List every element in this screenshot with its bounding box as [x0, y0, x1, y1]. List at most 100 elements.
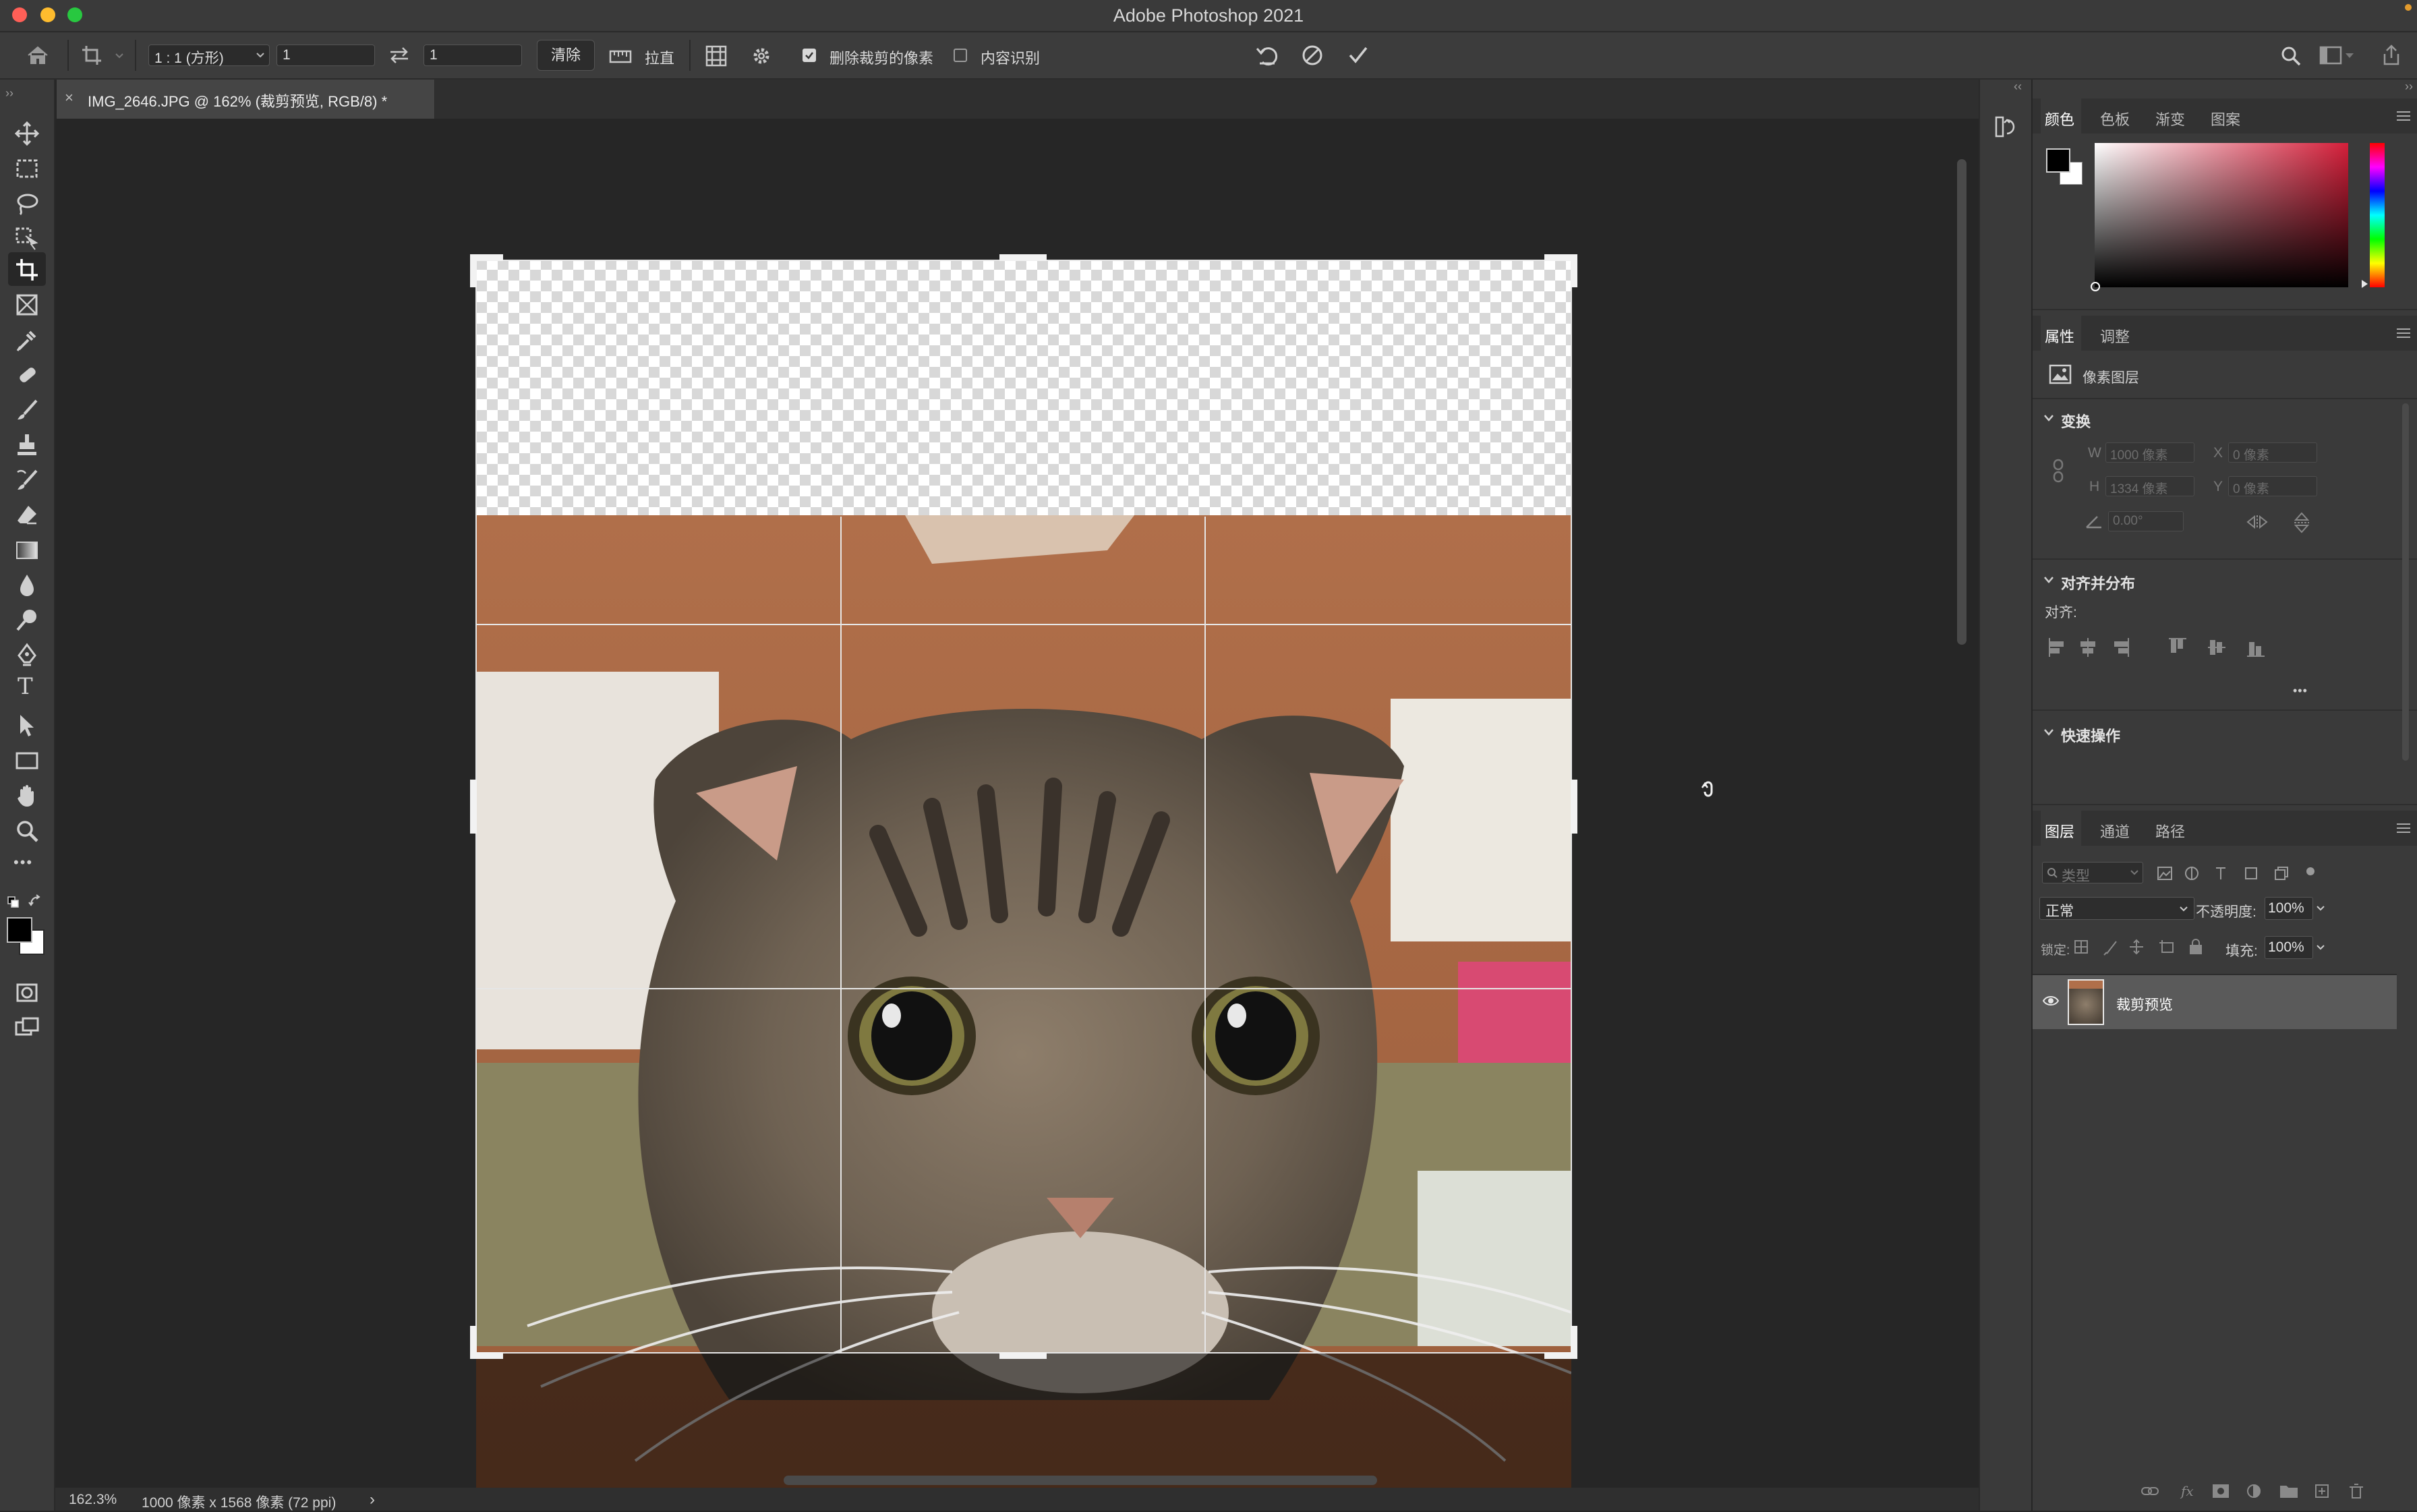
new-group-icon[interactable] — [2280, 1486, 2298, 1498]
tab-color[interactable]: 颜色 — [2045, 108, 2074, 129]
crop-width-input[interactable]: 1 — [276, 45, 375, 66]
fill-field[interactable]: 100% — [2265, 936, 2313, 959]
layer-row[interactable]: 裁剪预览 — [2033, 975, 2397, 1029]
align-top-icon[interactable] — [2169, 638, 2186, 653]
link-layers-icon[interactable] — [2141, 1487, 2159, 1495]
flip-vertical-icon[interactable] — [2293, 511, 2310, 534]
x-field[interactable]: 0 像素 — [2228, 442, 2317, 463]
chevron-down-icon[interactable] — [2043, 728, 2054, 736]
align-center-h-icon[interactable] — [2080, 638, 2095, 657]
chevron-down-icon[interactable] — [115, 53, 124, 59]
layer-name[interactable]: 裁剪预览 — [2116, 994, 2173, 1014]
delete-cropped-checkbox[interactable] — [803, 49, 816, 62]
angle-field[interactable]: 0.00° — [2108, 511, 2184, 531]
screen-mode-icon[interactable] — [13, 1014, 40, 1041]
search-icon[interactable] — [2279, 45, 2302, 67]
vertical-scrollbar[interactable] — [1957, 159, 1967, 645]
chevron-down-icon[interactable] — [2043, 576, 2054, 584]
foreground-color-chip[interactable] — [2046, 148, 2070, 173]
healing-brush-tool-icon[interactable] — [13, 361, 40, 388]
align-center-v-icon[interactable] — [2208, 640, 2225, 655]
height-field[interactable]: 1334 像素 — [2105, 476, 2194, 496]
delete-layer-icon[interactable] — [2350, 1484, 2363, 1499]
chevron-down-icon[interactable] — [2346, 53, 2354, 58]
tab-properties[interactable]: 属性 — [2045, 325, 2074, 347]
align-bottom-icon[interactable] — [2247, 642, 2265, 657]
color-picker-field[interactable] — [2091, 143, 2348, 291]
tab-channels[interactable]: 通道 — [2100, 820, 2130, 842]
share-icon[interactable] — [2379, 43, 2404, 67]
lock-image-icon[interactable] — [2103, 941, 2117, 956]
tab-patterns[interactable]: 图案 — [2211, 108, 2240, 129]
path-selection-tool-icon[interactable] — [13, 712, 40, 739]
lock-position-icon[interactable] — [2130, 939, 2143, 955]
color-picker-handle[interactable] — [2091, 282, 2100, 291]
object-selection-tool-icon[interactable] — [13, 225, 40, 252]
align-right-icon[interactable] — [2114, 638, 2129, 657]
content-aware-checkbox[interactable] — [954, 49, 967, 62]
brush-tool-icon[interactable] — [13, 397, 40, 424]
opacity-field[interactable]: 100% — [2265, 897, 2313, 920]
cancel-icon[interactable] — [1300, 43, 1324, 67]
straighten-label[interactable]: 拉直 — [645, 47, 674, 68]
more-options-icon[interactable]: ••• — [2293, 684, 2308, 698]
grid-overlay-icon[interactable] — [705, 45, 728, 67]
gear-icon[interactable] — [750, 45, 773, 67]
quick-actions-header[interactable]: 快速操作 — [2061, 724, 2120, 746]
filter-toggle-icon[interactable] — [2306, 867, 2314, 875]
tab-gradients[interactable]: 渐变 — [2155, 108, 2185, 129]
zoom-level[interactable]: 162.3% — [69, 1492, 117, 1508]
type-tool-icon[interactable]: T — [18, 673, 33, 700]
layer-style-icon[interactable]: fx — [2180, 1483, 2194, 1499]
eraser-tool-icon[interactable] — [13, 502, 40, 529]
collapse-dock-icon[interactable]: ‹‹ — [2014, 80, 2022, 94]
history-panel-icon[interactable] — [1993, 113, 2018, 140]
hue-slider-marker[interactable] — [2362, 280, 2368, 288]
chevron-down-icon[interactable] — [2043, 414, 2054, 422]
filter-pixel-icon[interactable] — [2157, 867, 2172, 880]
panel-menu-icon[interactable] — [2395, 111, 2412, 121]
foreground-color-swatch[interactable] — [7, 917, 32, 943]
default-colors-icon[interactable] — [7, 896, 20, 909]
horizontal-scrollbar[interactable] — [784, 1476, 1377, 1485]
transform-header[interactable]: 变换 — [2061, 410, 2091, 432]
filter-smart-object-icon[interactable] — [2275, 867, 2288, 880]
align-distribute-header[interactable]: 对齐并分布 — [2061, 572, 2135, 593]
tab-swatches[interactable]: 色板 — [2100, 108, 2130, 129]
chevron-down-icon[interactable] — [2316, 944, 2325, 951]
clone-stamp-tool-icon[interactable] — [13, 432, 40, 459]
flip-horizontal-icon[interactable] — [2246, 514, 2269, 530]
pen-tool-icon[interactable] — [13, 642, 40, 669]
lasso-tool-icon[interactable] — [13, 190, 40, 217]
blend-mode-select[interactable]: 正常 — [2039, 897, 2194, 920]
swap-colors-icon[interactable] — [28, 894, 43, 909]
lock-artboard-icon[interactable] — [2159, 940, 2174, 953]
canvas-area[interactable] — [55, 119, 1979, 1488]
marquee-tool-icon[interactable] — [13, 155, 40, 182]
workspace-icon[interactable] — [2319, 45, 2343, 66]
panel-menu-icon[interactable] — [2395, 823, 2412, 834]
document-tab[interactable]: × IMG_2646.JPG @ 162% (裁剪预览, RGB/8) * — [57, 80, 435, 119]
crop-height-input[interactable]: 1 — [424, 45, 522, 66]
blur-tool-icon[interactable] — [13, 572, 40, 599]
hand-tool-icon[interactable] — [13, 782, 40, 809]
properties-scrollbar[interactable] — [2402, 403, 2409, 761]
crop-tool-preset-icon[interactable] — [80, 43, 104, 67]
filter-adjustment-icon[interactable] — [2185, 867, 2198, 880]
eyedropper-tool-icon[interactable] — [13, 326, 40, 353]
new-layer-icon[interactable] — [2315, 1484, 2329, 1498]
rectangle-tool-icon[interactable] — [13, 747, 40, 774]
collapse-panels-icon[interactable]: ›› — [2405, 80, 2413, 94]
chevron-down-icon[interactable] — [2316, 905, 2325, 912]
filter-shape-icon[interactable] — [2245, 867, 2257, 879]
collapse-tools-icon[interactable]: ›› — [5, 86, 13, 100]
add-mask-icon[interactable] — [2213, 1484, 2229, 1498]
layer-filter-select[interactable]: 类型 — [2042, 862, 2143, 884]
adjustment-layer-icon[interactable] — [2247, 1484, 2261, 1499]
zoom-tool-icon[interactable] — [13, 817, 40, 844]
quick-mask-icon[interactable] — [13, 979, 40, 1006]
tab-paths[interactable]: 路径 — [2155, 820, 2185, 842]
filter-type-icon[interactable] — [2216, 867, 2225, 879]
tab-adjustments[interactable]: 调整 — [2100, 325, 2130, 347]
align-left-icon[interactable] — [2049, 638, 2064, 657]
